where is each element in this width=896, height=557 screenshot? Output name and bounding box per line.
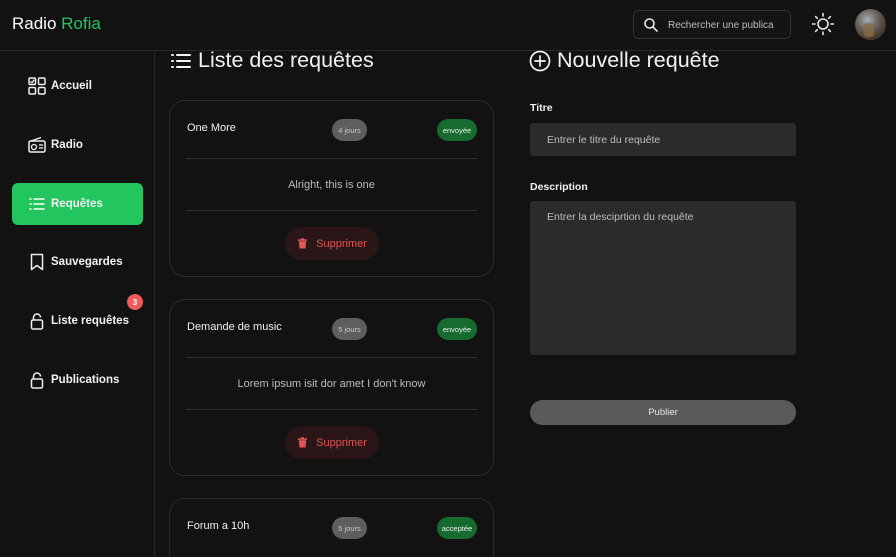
lock-icon xyxy=(30,372,44,389)
publish-button[interactable]: Publier xyxy=(530,400,796,425)
list-icon xyxy=(29,198,45,210)
bookmark-icon xyxy=(30,253,44,271)
sidebar-item-liste-requetes[interactable]: Liste requêtes xyxy=(12,300,143,342)
status-badge: acceptée xyxy=(437,517,477,539)
sidebar-item-label: Requêtes xyxy=(51,198,103,210)
search-icon xyxy=(644,18,658,32)
sidebar-item-accueil[interactable]: Accueil xyxy=(12,65,143,107)
request-body: Lorem ipsum isit dor amet I don't know xyxy=(237,377,426,390)
delete-button[interactable]: Supprimer xyxy=(285,426,379,459)
top-bar: Radio Rofia xyxy=(0,0,896,51)
radio-icon xyxy=(28,136,46,153)
requests-heading: Liste des requêtes xyxy=(170,48,374,73)
sidebar-item-label: Accueil xyxy=(51,80,92,92)
sidebar-item-label: Publications xyxy=(51,374,120,386)
plus-circle-icon xyxy=(529,50,551,71)
brand-name: Radio xyxy=(12,14,57,33)
search-input[interactable] xyxy=(668,17,788,33)
sidebar-item-label: Radio xyxy=(51,139,83,151)
title-field[interactable] xyxy=(530,123,796,156)
sun-icon[interactable] xyxy=(811,12,835,36)
request-card: Demande de music 5 jours envoyée Lorem i… xyxy=(169,299,494,476)
description-field[interactable] xyxy=(530,201,796,355)
delete-label: Supprimer xyxy=(316,436,367,449)
request-body: Alright, this is one xyxy=(288,178,375,191)
grid-icon xyxy=(28,77,46,95)
avatar[interactable] xyxy=(855,9,886,40)
search-box[interactable] xyxy=(633,10,791,39)
sidebar-item-requetes[interactable]: Requêtes xyxy=(12,183,143,225)
age-badge: 5 jours xyxy=(332,318,367,340)
trash-icon xyxy=(298,437,308,448)
brand-name-accent: Rofia xyxy=(61,14,101,33)
sidebar-item-sauvegardes[interactable]: Sauvegardes xyxy=(12,241,143,283)
trash-icon xyxy=(298,238,308,249)
sidebar-item-label: Sauvegardes xyxy=(51,256,123,268)
request-card: One More 4 jours envoyée Alright, this i… xyxy=(169,100,494,277)
lock-icon xyxy=(30,313,44,330)
new-request-title: Nouvelle requête xyxy=(557,48,720,72)
request-title: One More xyxy=(187,122,236,134)
brand-logo[interactable]: Radio Rofia xyxy=(12,14,101,34)
age-badge: 4 jours xyxy=(332,119,367,141)
request-card: Forum a 10h 5 jours acceptée xyxy=(169,498,494,557)
age-badge: 5 jours xyxy=(332,517,367,539)
title-label: Titre xyxy=(530,102,553,114)
list-icon xyxy=(171,53,191,68)
notification-badge: 3 xyxy=(127,294,143,310)
request-title: Demande de music xyxy=(187,321,282,333)
requests-title: Liste des requêtes xyxy=(198,48,374,72)
delete-label: Supprimer xyxy=(316,237,367,250)
new-request-heading: Nouvelle requête xyxy=(529,48,720,73)
status-badge: envoyée xyxy=(437,119,477,141)
sidebar-item-publications[interactable]: Publications xyxy=(12,359,143,401)
delete-button[interactable]: Supprimer xyxy=(285,227,379,260)
sidebar-item-label: Liste requêtes xyxy=(51,315,129,327)
request-title: Forum a 10h xyxy=(187,520,250,532)
sidebar-item-radio[interactable]: Radio xyxy=(12,124,143,166)
status-badge: envoyée xyxy=(437,318,477,340)
description-label: Description xyxy=(530,181,588,193)
